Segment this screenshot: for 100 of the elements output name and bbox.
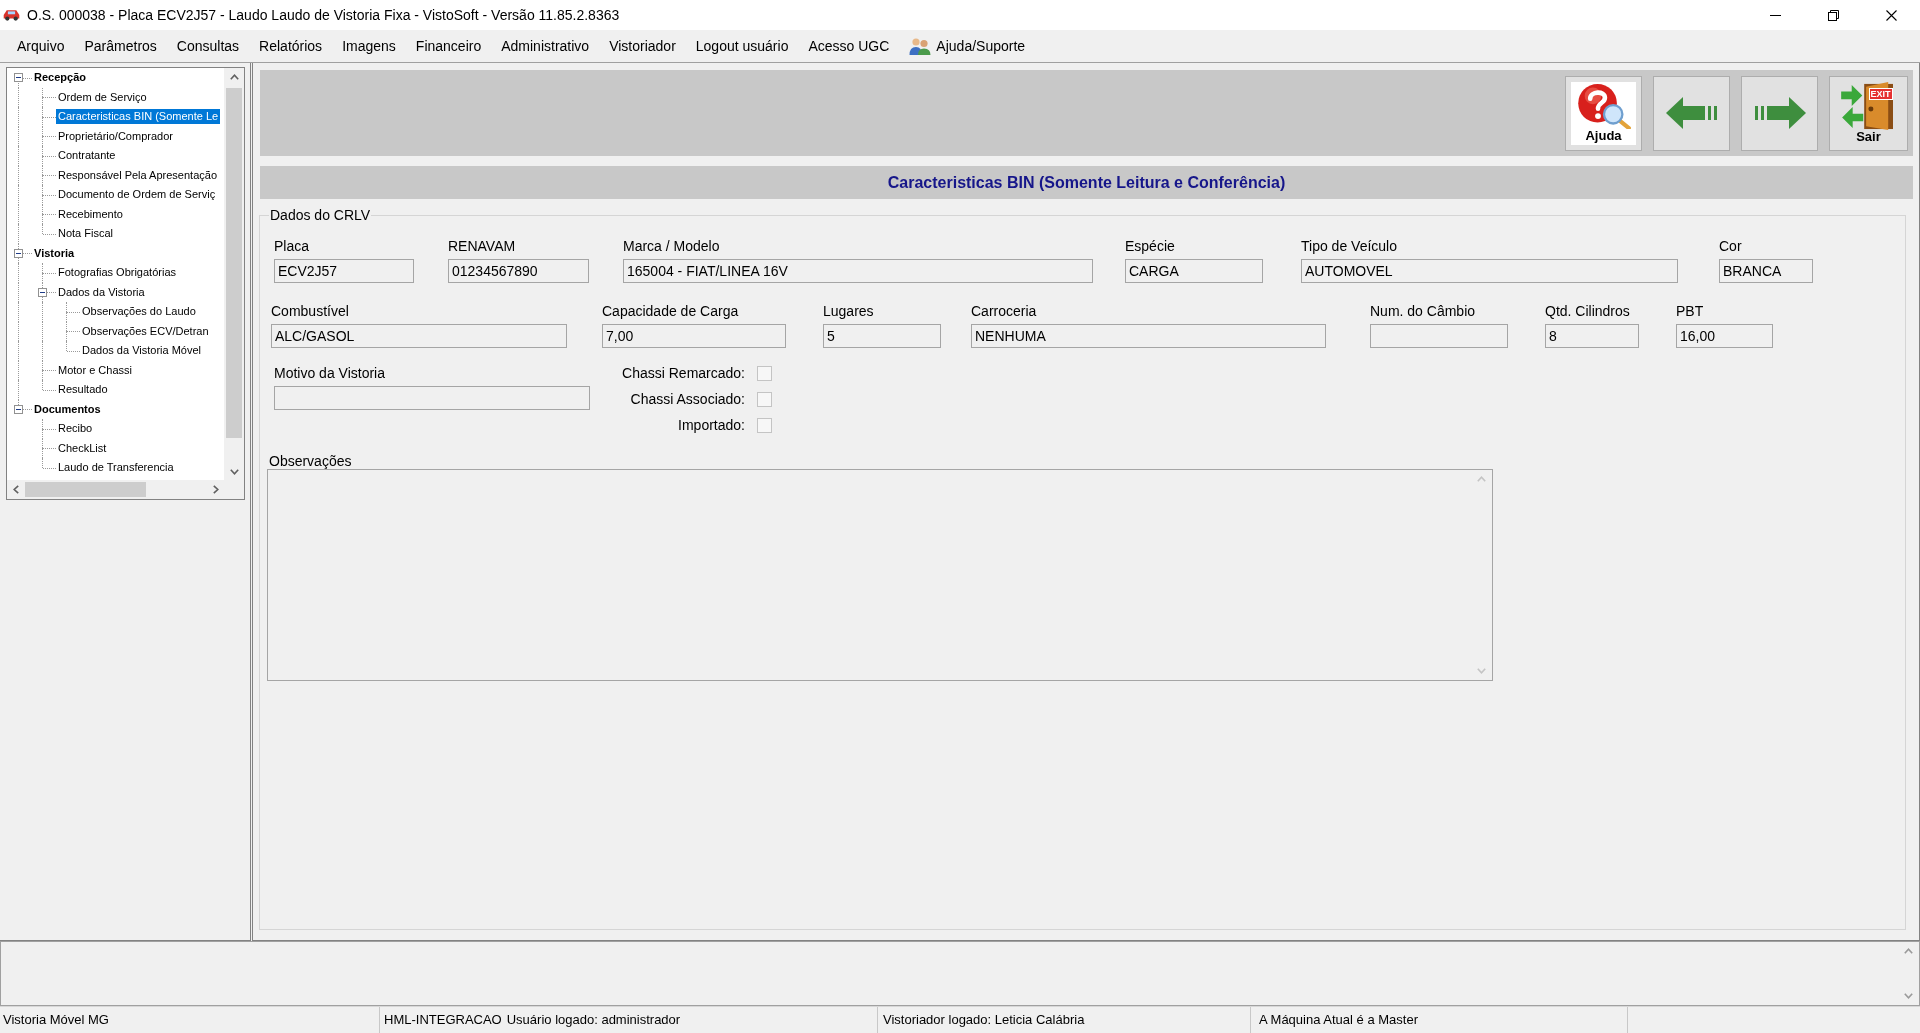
minus-icon[interactable]	[14, 404, 23, 414]
text-field[interactable]	[1370, 324, 1508, 348]
tree-item[interactable]: Dados da Vistoria Móvel	[80, 343, 204, 359]
scrollbar-thumb[interactable]	[226, 88, 242, 438]
group-title: Dados do CRLV	[269, 207, 372, 223]
text-field[interactable]: ECV2J57	[274, 259, 414, 283]
minus-icon[interactable]	[38, 287, 47, 297]
tree-item[interactable]: Nota Fiscal	[56, 226, 116, 242]
chevron-down-icon[interactable]	[229, 468, 239, 475]
menu-item[interactable]: Acesso UGC	[798, 33, 900, 59]
tree-item[interactable]: Vistoria	[32, 245, 77, 261]
field-label: Cor	[1719, 238, 1742, 254]
status-text: A Máquina Atual é a Master	[1259, 1011, 1418, 1030]
menu-item[interactable]: Imagens	[332, 33, 406, 59]
menu-item[interactable]: Vistoriador	[599, 33, 686, 59]
field-label: PBT	[1676, 303, 1704, 319]
minus-icon[interactable]	[14, 73, 23, 82]
scrollbar-thumb[interactable]	[25, 482, 146, 497]
section-title: Caracteristicas BIN (Somente Leitura e Conferência)	[887, 172, 1286, 193]
chevron-up-icon[interactable]	[229, 73, 239, 80]
forward-button[interactable]	[1741, 75, 1818, 151]
text-field[interactable]: 5	[823, 324, 941, 348]
field-label: Combustível	[271, 303, 349, 319]
tree-item[interactable]: Observações do Laudo	[80, 304, 198, 320]
tree-item[interactable]: Caracteristicas BIN (Somente Le	[56, 109, 221, 125]
menu-item[interactable]: Logout usuário	[685, 33, 799, 59]
right-arrow-icon	[1753, 97, 1806, 129]
checkbox-label: Chassi Remarcado:	[622, 363, 745, 383]
tree-item[interactable]: Motor e Chassi	[56, 362, 134, 378]
field-label: Qtd. Cilindros	[1545, 303, 1630, 319]
car-icon	[3, 9, 20, 21]
text-field[interactable]	[274, 386, 590, 410]
checkbox-label: Importado:	[678, 415, 745, 435]
tree-item[interactable]: Laudo de Transferencia	[56, 460, 176, 476]
back-button[interactable]	[1653, 75, 1730, 151]
tree-item[interactable]: Documento de Ordem de Serviç	[56, 187, 218, 203]
text-field[interactable]: CARGA	[1125, 259, 1263, 283]
checkbox-label: Chassi Associado:	[630, 389, 745, 409]
tree-view[interactable]	[6, 67, 245, 500]
people-icon	[909, 37, 932, 55]
menu-item[interactable]: Consultas	[166, 33, 250, 59]
vertical-scrollbar[interactable]	[224, 68, 244, 480]
chevron-down-icon[interactable]	[1904, 993, 1913, 999]
horizontal-scrollbar[interactable]	[7, 480, 224, 499]
tree-item[interactable]: Recepção	[32, 70, 88, 86]
chevron-right-icon[interactable]	[212, 485, 219, 494]
tree-item[interactable]: Contratante	[56, 148, 118, 164]
window-title: O.S. 000038 - Placa ECV2J57 - Laudo Laudo de Vistoria Fixa - VistoSoft - Versão 11.85.2.8363	[27, 5, 620, 25]
text-field[interactable]: 165004 - FIAT/LINEA 16V	[623, 259, 1093, 283]
checkbox[interactable]	[757, 417, 772, 433]
menu-item[interactable]: Parâmetros	[74, 33, 167, 59]
field-label: Observações	[269, 453, 352, 469]
tree-item[interactable]: Responsável Pela Apresentação	[56, 167, 219, 183]
menu-item[interactable]: Arquivo	[7, 33, 75, 59]
status-text: Vistoria Móvel MG	[3, 1011, 109, 1030]
tree-item[interactable]: Fotografias Obrigatórias	[56, 265, 178, 281]
exit-button[interactable]: EXIT Sair	[1829, 75, 1908, 151]
notes-field[interactable]	[267, 469, 1493, 681]
checkbox[interactable]	[757, 391, 772, 407]
text-field[interactable]: 16,00	[1676, 324, 1773, 348]
tree-item[interactable]: CheckList	[56, 440, 109, 456]
tree-item[interactable]: Recebimento	[56, 206, 125, 222]
question-mark-icon	[1576, 83, 1631, 129]
left-arrow-icon	[1665, 97, 1718, 129]
restore-icon	[1827, 9, 1839, 21]
text-field[interactable]: 01234567890	[448, 259, 589, 283]
text-field[interactable]: 8	[1545, 324, 1639, 348]
tree-item[interactable]: Dados da Vistoria	[56, 284, 147, 300]
field-label: Tipo de Veículo	[1301, 238, 1397, 254]
field-label: Num. do Câmbio	[1370, 303, 1476, 319]
tree-item[interactable]: Resultado	[56, 382, 110, 398]
chevron-left-icon[interactable]	[12, 485, 19, 494]
text-field[interactable]: BRANCA	[1719, 259, 1813, 283]
minimize-icon	[1769, 14, 1781, 16]
chevron-up-icon[interactable]	[1904, 948, 1913, 954]
field-label: Motivo da Vistoria	[274, 365, 385, 381]
close-icon	[1885, 9, 1897, 21]
field-label: Espécie	[1125, 238, 1175, 254]
field-label: Capacidade de Carga	[602, 303, 739, 319]
menu-item[interactable]: Relatórios	[249, 33, 333, 59]
tree-item[interactable]: Documentos	[32, 401, 103, 417]
text-field[interactable]: AUTOMOVEL	[1301, 259, 1678, 283]
status-text: Vistoriador logado: Leticia Calábria	[883, 1011, 1085, 1030]
text-field[interactable]: ALC/GASOL	[271, 324, 567, 348]
tree-item[interactable]: Observações ECV/Detran	[80, 323, 211, 339]
help-button[interactable]: Ajuda	[1565, 75, 1642, 151]
exit-sign: EXIT	[1868, 88, 1893, 100]
tree-item[interactable]: Proprietário/Comprador	[56, 128, 175, 144]
status-text: HML-INTEGRACAO	[384, 1011, 502, 1030]
tree-item[interactable]: Recibo	[56, 421, 95, 437]
minus-icon[interactable]	[14, 248, 23, 258]
menu-item[interactable]: Administrativo	[491, 33, 600, 59]
text-field[interactable]: NENHUMA	[971, 324, 1326, 348]
text-field[interactable]: 7,00	[602, 324, 786, 348]
menu-item[interactable]: Ajuda/Suporte	[899, 33, 1036, 59]
menu-item[interactable]: Financeiro	[405, 33, 492, 59]
field-label: Lugares	[823, 303, 874, 319]
status-text: Usuário logado: administrador	[506, 1011, 681, 1030]
tree-item[interactable]: Ordem de Serviço	[56, 89, 149, 105]
checkbox[interactable]	[757, 365, 772, 381]
